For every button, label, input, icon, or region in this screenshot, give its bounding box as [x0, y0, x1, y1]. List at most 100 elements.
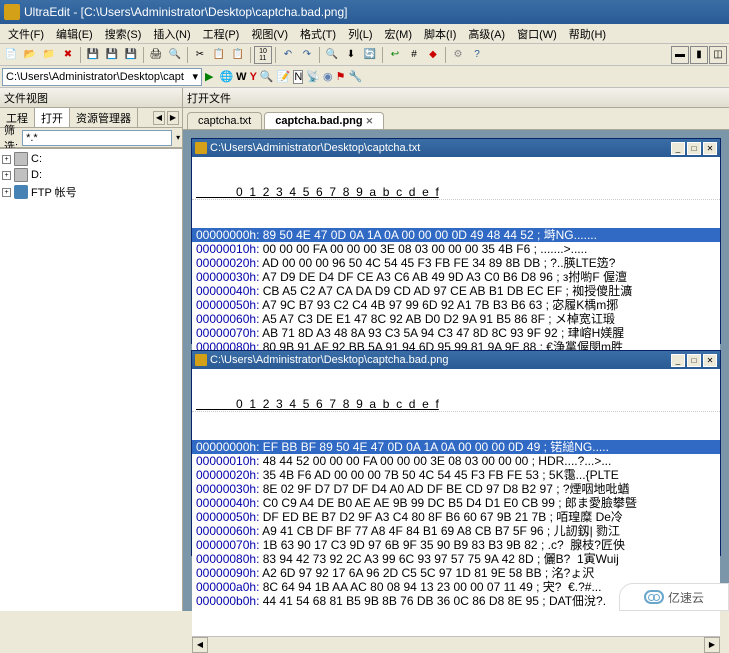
menu-advanced[interactable]: 高级(A)	[462, 24, 511, 44]
hex-row[interactable]: 00000030h: A7 D9 DE D4 DF CE A3 C6 AB 49…	[192, 270, 720, 284]
linenum-icon[interactable]: #	[405, 46, 423, 64]
tree-item-ftp[interactable]: + FTP 帐号	[2, 183, 180, 201]
hex-icon[interactable]: 1011	[254, 46, 272, 64]
preview-icon[interactable]: 🔍	[166, 46, 184, 64]
hex-row[interactable]: 00000050h: DF ED BE B7 D2 9F A3 C4 80 8F…	[192, 510, 720, 524]
menu-edit[interactable]: 编辑(E)	[50, 24, 99, 44]
close-icon[interactable]: ✕	[703, 142, 717, 155]
doc-tab-captcha-bad-png[interactable]: captcha.bad.png ✕	[264, 112, 384, 129]
hex-row[interactable]: 00000000h: EF BB BF 89 50 4E 47 0D 0A 1A…	[192, 440, 720, 454]
menu-macro[interactable]: 宏(M)	[379, 24, 419, 44]
cut-icon[interactable]: ✂	[191, 46, 209, 64]
expand-icon[interactable]: +	[2, 155, 11, 164]
paste-icon[interactable]: 📋	[229, 46, 247, 64]
close-file-icon[interactable]: ✖	[59, 46, 77, 64]
tree-label: D:	[31, 169, 42, 181]
hex-row[interactable]: 00000080h: 83 94 42 73 92 2C A3 99 6C 93…	[192, 552, 720, 566]
close-tab-icon[interactable]: ✕	[366, 116, 374, 127]
scroll-right-icon[interactable]: ▶	[704, 637, 720, 653]
maximize-icon[interactable]: □	[687, 142, 701, 155]
new-icon[interactable]: 📄	[2, 46, 20, 64]
hex-row[interactable]: 00000060h: A9 41 CB DF BF 77 A8 4F 84 B1…	[192, 524, 720, 538]
browser-icon[interactable]: 🌐	[219, 70, 233, 83]
filter-dropdown-icon[interactable]: ▾	[176, 133, 180, 142]
tile-h-icon[interactable]: ▬	[671, 46, 689, 64]
menu-window[interactable]: 窗口(W)	[511, 24, 563, 44]
menu-script[interactable]: 脚本(I)	[418, 24, 462, 44]
favorite-icon[interactable]: 📁	[40, 46, 58, 64]
menu-column[interactable]: 列(L)	[342, 24, 378, 44]
child-titlebar[interactable]: C:\Users\Administrator\Desktop\captcha.b…	[192, 351, 720, 369]
find-icon[interactable]: 🔍	[323, 46, 341, 64]
hex-row[interactable]: 00000070h: AB 71 8D A3 48 8A 93 C3 5A 94…	[192, 326, 720, 340]
tree-item-d[interactable]: + D:	[2, 167, 180, 183]
minimize-icon[interactable]: _	[671, 354, 685, 367]
sidebar-scroll-right-icon[interactable]: ▶	[167, 111, 179, 125]
hex-row[interactable]: 00000010h: 48 44 52 00 00 00 FA 00 00 00…	[192, 454, 720, 468]
undo-icon[interactable]: ↶	[279, 46, 297, 64]
flag-icon[interactable]: ⚑	[336, 70, 346, 83]
menu-project[interactable]: 工程(P)	[197, 24, 246, 44]
saveall-icon[interactable]: 💾	[122, 46, 140, 64]
note-icon[interactable]: 📝	[277, 70, 291, 83]
hex-row[interactable]: 00000030h: 8E 02 9F D7 D7 DF D4 A0 AD DF…	[192, 482, 720, 496]
hex-row[interactable]: 00000040h: C0 C9 A4 DE B0 AE AE 9B 99 DC…	[192, 496, 720, 510]
tree-item-c[interactable]: + C:	[2, 151, 180, 167]
doc-icon	[195, 354, 207, 366]
child-window-captcha-bad-png: C:\Users\Administrator\Desktop\captcha.b…	[191, 350, 721, 556]
sidebar-scroll-left-icon[interactable]: ◀	[153, 111, 165, 125]
hex-row[interactable]: 00000070h: 1B 63 90 17 C3 9D 97 6B 9F 35…	[192, 538, 720, 552]
print-icon[interactable]: 🖨	[147, 46, 165, 64]
child-titlebar[interactable]: C:\Users\Administrator\Desktop\captcha.t…	[192, 139, 720, 157]
hex-row[interactable]: 00000090h: A2 6D 97 92 17 6A 96 2D C5 5C…	[192, 566, 720, 580]
hex-row[interactable]: 00000020h: AD 00 00 00 96 50 4C 54 45 F3…	[192, 256, 720, 270]
menu-format[interactable]: 格式(T)	[294, 24, 342, 44]
config-icon[interactable]: ⚙	[449, 46, 467, 64]
hex-ruler: 0 1 2 3 4 5 6 7 8 9 a b c d e f	[192, 397, 720, 412]
marker-icon[interactable]: ◆	[424, 46, 442, 64]
hex-row[interactable]: 00000000h: 89 50 4E 47 0D 0A 1A 0A 00 00…	[192, 228, 720, 242]
menu-search[interactable]: 搜索(S)	[99, 24, 148, 44]
redo-icon[interactable]: ↷	[298, 46, 316, 64]
menu-insert[interactable]: 插入(N)	[147, 24, 196, 44]
hex-row[interactable]: 00000060h: A5 A7 C3 DE E1 47 8C 92 AB D0…	[192, 312, 720, 326]
save-icon[interactable]: 💾	[84, 46, 102, 64]
tool-icon[interactable]: 🔧	[348, 70, 362, 83]
cascade-icon[interactable]: ◫	[709, 46, 727, 64]
google-icon[interactable]: 🔍	[260, 70, 274, 83]
hex-row[interactable]: 00000020h: 35 4B F6 AD 00 00 00 7B 50 4C…	[192, 468, 720, 482]
help-icon[interactable]: ?	[468, 46, 486, 64]
menu-file[interactable]: 文件(F)	[2, 24, 50, 44]
scrollbar-horizontal[interactable]: ◀ ▶	[192, 636, 720, 652]
go-icon[interactable]: ▶	[205, 70, 213, 83]
menu-help[interactable]: 帮助(H)	[563, 24, 612, 44]
hex-row[interactable]: 00000010h: 00 00 00 FA 00 00 00 3E 08 03…	[192, 242, 720, 256]
n-icon[interactable]: N	[293, 70, 303, 84]
scroll-left-icon[interactable]: ◀	[192, 637, 208, 653]
hex-row[interactable]: 00000050h: A7 9C B7 93 C2 C4 4B 97 99 6D…	[192, 298, 720, 312]
open-icon[interactable]: 📂	[21, 46, 39, 64]
yahoo-icon[interactable]: Y	[250, 71, 257, 83]
doc-tab-captcha-txt[interactable]: captcha.txt	[187, 112, 262, 129]
sidebar-tab-open[interactable]: 打开	[35, 108, 70, 127]
ww-icon[interactable]: ↩	[386, 46, 404, 64]
php-icon[interactable]: ◉	[323, 70, 333, 83]
filter-input[interactable]	[22, 130, 172, 146]
hex-row[interactable]: 00000040h: CB A5 C2 A7 CA DA D9 CD AD 97…	[192, 284, 720, 298]
copy-icon[interactable]: 📋	[210, 46, 228, 64]
menu-view[interactable]: 视图(V)	[245, 24, 294, 44]
findnext-icon[interactable]: ⬇	[342, 46, 360, 64]
minimize-icon[interactable]: _	[671, 142, 685, 155]
replace-icon[interactable]: 🔄	[361, 46, 379, 64]
close-icon[interactable]: ✕	[703, 354, 717, 367]
rss-icon[interactable]: 📡	[306, 70, 320, 83]
wiki-icon[interactable]: W	[236, 71, 246, 83]
tile-v-icon[interactable]: ▮	[690, 46, 708, 64]
expand-icon[interactable]: +	[2, 188, 11, 197]
address-input[interactable]: C:\Users\Administrator\Desktop\capt▾	[2, 68, 202, 86]
maximize-icon[interactable]: □	[687, 354, 701, 367]
saveas-icon[interactable]: 💾	[103, 46, 121, 64]
sidebar-tab-explorer[interactable]: 资源管理器	[70, 108, 138, 127]
expand-icon[interactable]: +	[2, 171, 11, 180]
watermark-text: 亿速云	[668, 589, 704, 606]
